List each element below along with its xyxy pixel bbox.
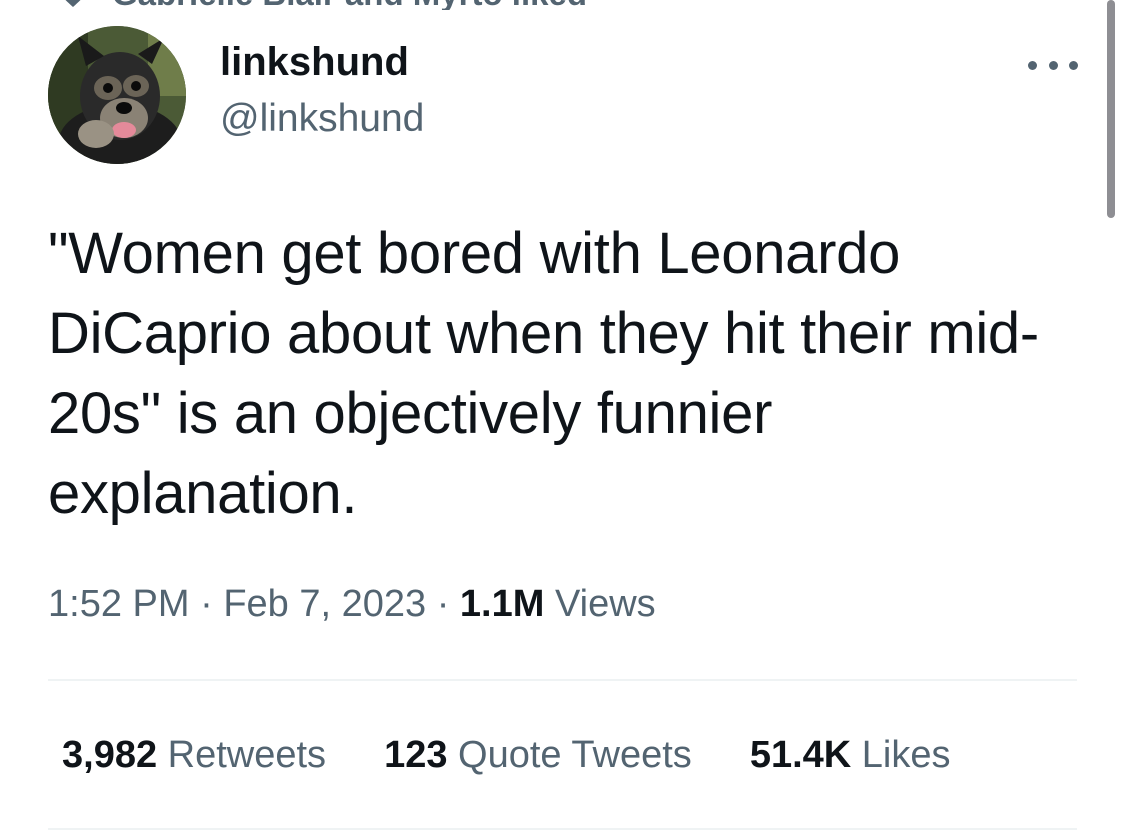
more-options-button[interactable] <box>1028 50 1078 80</box>
author-display-name[interactable]: linkshund <box>220 38 409 86</box>
likes-count: 51.4K <box>749 734 852 776</box>
scrollbar[interactable] <box>1107 0 1115 218</box>
tweet-date[interactable]: Feb 7, 2023 <box>223 583 426 625</box>
more-dot-icon <box>1069 60 1078 70</box>
meta-separator: · <box>436 583 450 625</box>
quote-tweets-count: 123 <box>384 734 448 776</box>
quote-tweets-label: Quote Tweets <box>458 734 692 776</box>
divider <box>48 679 1077 681</box>
author-handle[interactable]: @linkshund <box>220 96 424 142</box>
more-dot-icon <box>1028 60 1037 70</box>
views-label: Views <box>554 583 656 625</box>
social-context[interactable]: Gabrielle Blair and Myrto liked <box>58 0 587 10</box>
views-count: 1.1M <box>459 583 545 625</box>
social-context-text: Gabrielle Blair and Myrto liked <box>112 0 587 10</box>
likes-stat[interactable]: 51.4K Likes <box>750 730 951 780</box>
quote-tweets-stat[interactable]: 123 Quote Tweets <box>384 730 692 780</box>
likes-label: Likes <box>861 734 951 776</box>
retweets-stat[interactable]: 3,982 Retweets <box>62 730 326 780</box>
dog-avatar-image <box>48 26 186 164</box>
engagement-stats: 3,982 Retweets 123 Quote Tweets 51.4K Li… <box>62 730 951 780</box>
retweets-count: 3,982 <box>62 734 158 776</box>
meta-separator: · <box>200 583 213 625</box>
retweets-label: Retweets <box>167 734 327 776</box>
more-dot-icon <box>1048 60 1058 70</box>
avatar[interactable] <box>48 26 186 164</box>
tweet-text: "Women get bored with Leonardo DiCaprio … <box>48 221 1039 526</box>
divider <box>48 828 1077 830</box>
heart-icon <box>58 0 88 8</box>
tweet-meta: 1:52 PM · Feb 7, 2023 · 1.1M Views <box>48 580 656 628</box>
tweet-time[interactable]: 1:52 PM <box>48 583 190 625</box>
